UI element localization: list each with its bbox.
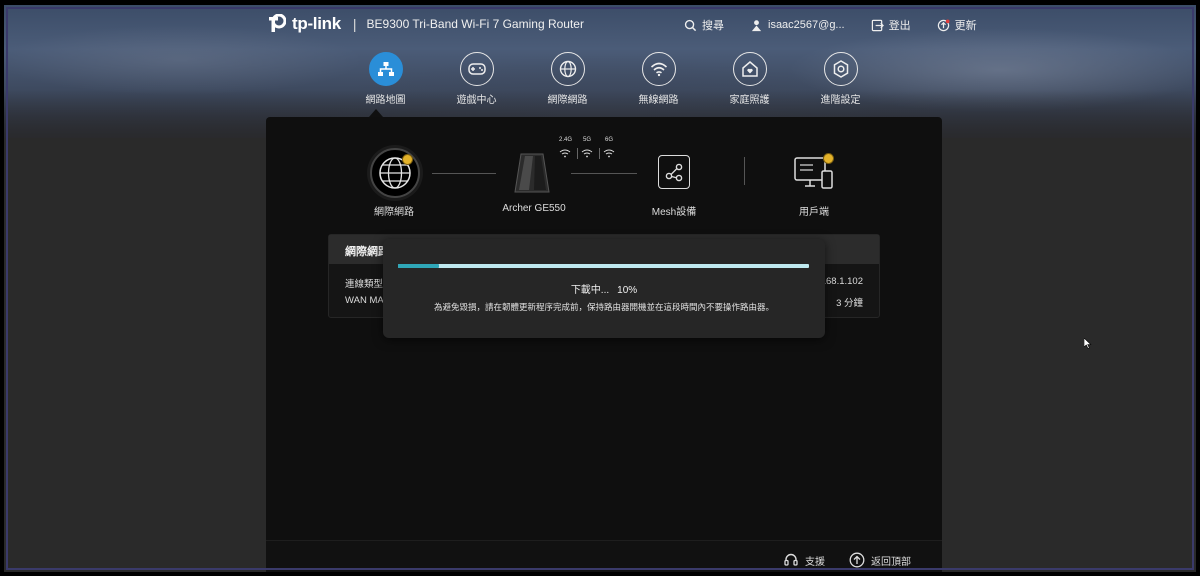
- main-panel: 網際網路 Archer GE550 2.4G 5G 6G Mesh設備 用戶端 …: [266, 117, 942, 576]
- search-icon: [684, 19, 697, 31]
- home-care-icon: [741, 61, 758, 77]
- logout-icon: [871, 19, 884, 31]
- nav-wireless-circle: [641, 52, 676, 86]
- product-name: BE9300 Tri-Band Wi-Fi 7 Gaming Router: [366, 17, 584, 31]
- nav-network-map-circle: [368, 52, 403, 86]
- nav-internet-label: 網際網路: [547, 95, 588, 106]
- account-label: isaac2567@g...: [768, 19, 845, 31]
- page-footer: 支援 返回頂部: [266, 540, 942, 576]
- topology-separator: [744, 157, 745, 185]
- arrow-up-circle-icon: [849, 552, 865, 568]
- topology-mesh-node[interactable]: [658, 155, 690, 189]
- wifi-6g-icon: [603, 149, 615, 158]
- gear-icon: [833, 60, 848, 78]
- top-bar: tp-link | BE9300 Tri-Band Wi-Fi 7 Gaming…: [0, 14, 1200, 38]
- update-button[interactable]: 更新: [937, 17, 977, 33]
- back-to-top-label: 返回頂部: [871, 556, 911, 568]
- wifi-5g-icon: [581, 149, 593, 158]
- download-status: 下載中... 10%: [383, 281, 825, 296]
- band-6g-label: 6G: [605, 137, 614, 143]
- nav-network-map[interactable]: 網路地圖: [340, 52, 431, 106]
- support-link[interactable]: 支援: [783, 552, 825, 568]
- nav-internet-circle: [550, 52, 585, 86]
- main-nav: 網路地圖 遊戲中心 網際網路 無線網路 家庭照護 進階設定: [340, 52, 886, 106]
- right-backdrop: [942, 138, 1200, 576]
- topology-mesh-label: Mesh設備: [651, 207, 697, 218]
- band-divider: [599, 148, 600, 159]
- nav-advanced-label: 進階設定: [820, 95, 861, 106]
- nav-advanced[interactable]: 進階設定: [795, 52, 886, 106]
- download-progress-bar: [398, 264, 809, 268]
- nav-wireless-label: 無線網路: [638, 95, 679, 106]
- topology-internet-node[interactable]: [370, 148, 420, 198]
- tplink-logo-icon: [269, 14, 286, 32]
- nav-game-center-circle: [459, 52, 494, 86]
- wifi-icon: [650, 62, 667, 77]
- network-map-icon: [377, 62, 394, 76]
- brand-separator: |: [352, 16, 357, 32]
- nav-home-care[interactable]: 家庭照護: [704, 52, 795, 106]
- router-icon[interactable]: [513, 152, 553, 194]
- link-internet-router: [432, 173, 496, 174]
- connection-type-value: 168.1.102: [820, 276, 863, 287]
- globe-icon: [559, 60, 576, 78]
- topology-internet-label: 網際網路: [374, 207, 414, 218]
- search-label: 搜尋: [702, 20, 724, 32]
- support-label: 支援: [805, 556, 825, 568]
- nav-wireless[interactable]: 無線網路: [613, 52, 704, 106]
- download-status-text: 下載中...: [570, 285, 610, 296]
- mesh-icon: [665, 163, 683, 182]
- nav-home-care-label: 家庭照護: [729, 95, 770, 106]
- connection-type-label: 連線類型: [345, 279, 384, 290]
- update-label: 更新: [954, 20, 977, 32]
- update-icon: [937, 18, 950, 31]
- clients-status-badge: [823, 153, 834, 164]
- nav-home-care-circle: [732, 52, 767, 86]
- download-progress-fill: [398, 264, 440, 268]
- search-button[interactable]: 搜尋: [684, 17, 724, 33]
- headset-icon: [784, 553, 798, 566]
- band-2-4g-label: 2.4G: [559, 137, 573, 143]
- firmware-update-dialog: 下載中... 10% 為避免毀損，請在韌體更新程序完成前，保持路由器開機並在這段時…: [383, 239, 825, 338]
- topology-router-label: Archer GE550: [502, 203, 566, 214]
- band-divider: [577, 148, 578, 159]
- left-backdrop: [0, 138, 266, 576]
- update-warning-note: 為避免毀損，請在韌體更新程序完成前，保持路由器開機並在這段時間內不要操作路由器。: [433, 302, 774, 312]
- logout-button[interactable]: 登出: [871, 17, 911, 33]
- brand-logo[interactable]: tp-link | BE9300 Tri-Band Wi-Fi 7 Gaming…: [266, 14, 584, 34]
- gamepad-icon: [467, 63, 486, 75]
- nav-game-center-label: 遊戲中心: [456, 95, 497, 106]
- internet-status-badge: [402, 154, 413, 165]
- link-router-mesh: [571, 173, 637, 174]
- download-percent: 10%: [617, 285, 638, 296]
- mouse-cursor-icon: [1084, 338, 1092, 349]
- account-button[interactable]: isaac2567@g...: [750, 19, 845, 32]
- nav-game-center[interactable]: 遊戲中心: [431, 52, 522, 106]
- brand-name: tp-link: [292, 14, 341, 33]
- nav-active-pointer: [369, 109, 383, 117]
- wifi-2-4g-icon: [559, 149, 571, 158]
- logout-label: 登出: [888, 20, 911, 32]
- topology-clients-label: 用戶端: [799, 207, 829, 218]
- nav-network-map-label: 網路地圖: [365, 95, 406, 106]
- wan-mac-value: 3 分鐘: [836, 298, 863, 309]
- back-to-top-link[interactable]: 返回頂部: [849, 552, 911, 568]
- header-actions: 搜尋 isaac2567@g... 登出 更新: [684, 17, 1003, 33]
- nav-advanced-circle: [823, 52, 858, 86]
- user-icon: [751, 19, 762, 31]
- nav-internet[interactable]: 網際網路: [522, 52, 613, 106]
- band-5g-label: 5G: [583, 137, 592, 143]
